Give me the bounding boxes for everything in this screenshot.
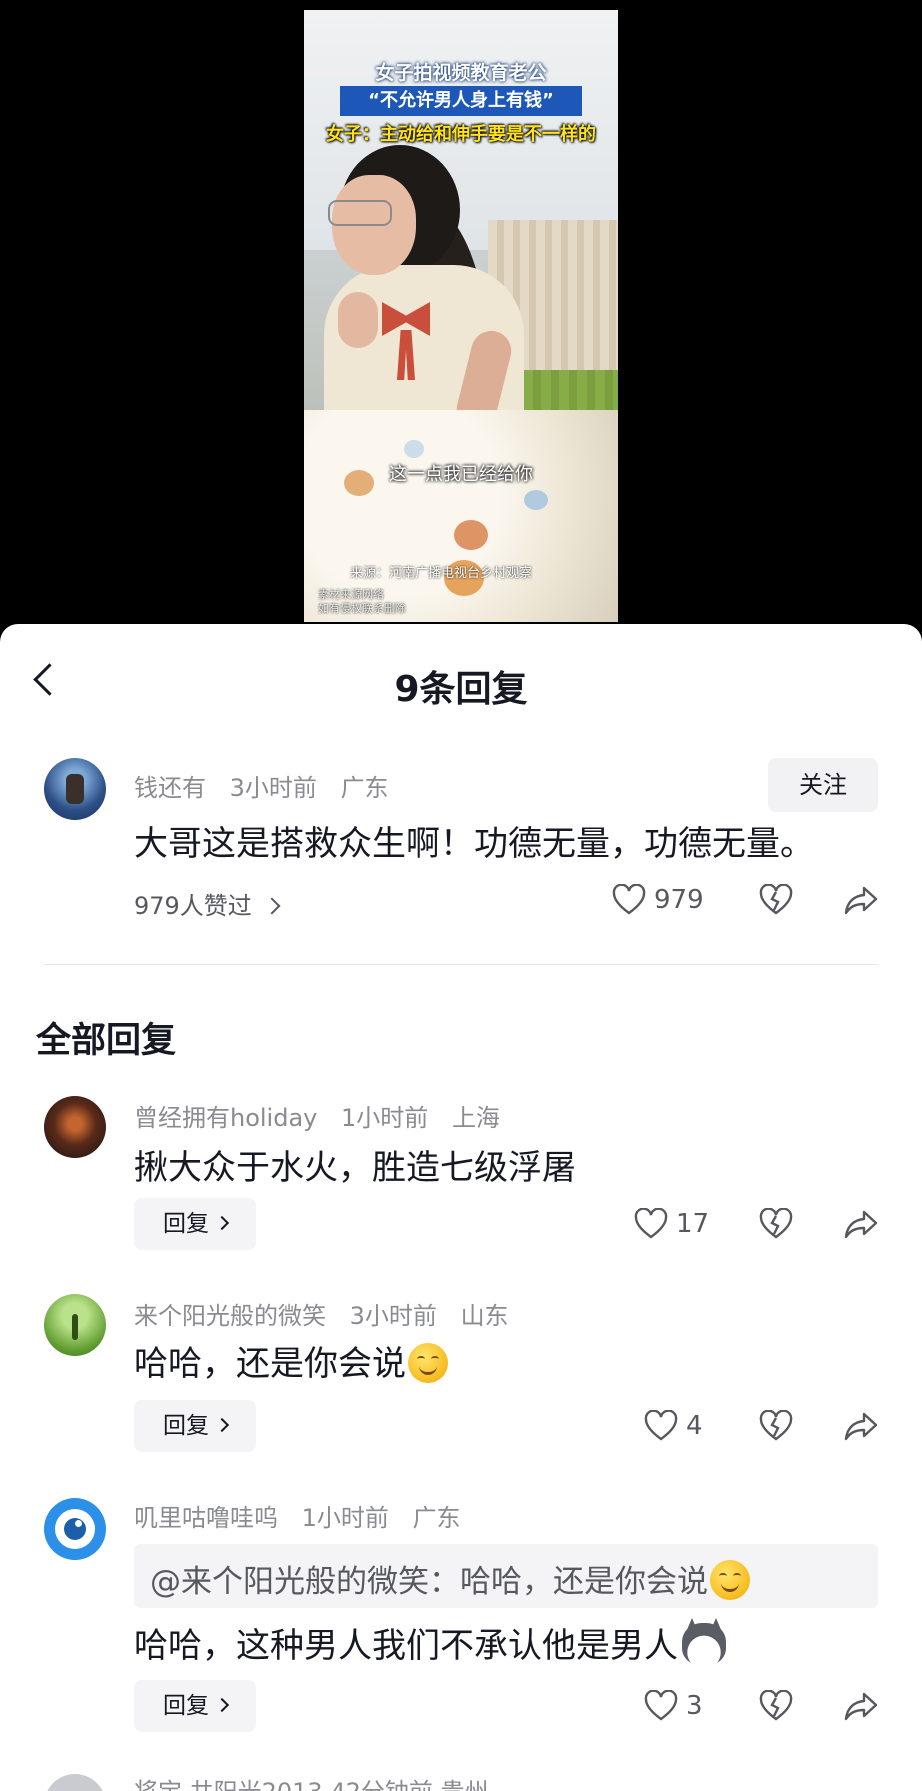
dislike-button[interactable] [759, 880, 793, 920]
share-arrow-icon [844, 1692, 878, 1721]
avatar[interactable] [44, 1294, 106, 1356]
avatar[interactable] [44, 1774, 106, 1791]
quoted-reply-text: @来个阳光般的微笑：哈哈，还是你会说 [150, 1556, 750, 1601]
share-button[interactable] [844, 1406, 878, 1446]
reply-text-content: 哈哈，这种男人我们不承认他是男人 [134, 1626, 678, 1666]
video-person-hand [338, 292, 378, 348]
reply-location: 上海 [451, 1104, 500, 1132]
watermark-line2: 如有侵权联系删除 [318, 602, 406, 615]
likers-link[interactable]: 979人赞过 [134, 886, 281, 921]
video-watermark: 素材来源网络 如有侵权联系删除 [318, 588, 406, 616]
like-button[interactable]: 17 [634, 1204, 709, 1244]
broken-heart-icon [759, 1208, 793, 1239]
like-count: 17 [676, 1209, 710, 1239]
follow-button[interactable]: 关注 [768, 758, 878, 812]
reply-location: 山东 [460, 1302, 509, 1330]
video-frame[interactable]: 女子拍视频教育老公 “不允许男人身上有钱” 女子：主动给和伸手要是不一样的 这一… [304, 10, 618, 622]
likers-text: 979人赞过 [134, 892, 252, 920]
share-arrow-icon [844, 886, 878, 915]
broken-heart-icon [759, 1690, 793, 1721]
heart-outline-icon [644, 1690, 678, 1721]
avatar[interactable] [44, 1498, 106, 1560]
reply-button[interactable]: 回复 [134, 1680, 256, 1732]
share-arrow-icon [844, 1412, 878, 1441]
video-caption-sub: 女子：主动给和伸手要是不一样的 [326, 124, 596, 145]
smile-emoji-icon [408, 1343, 448, 1383]
comment-location: 广东 [340, 774, 389, 802]
avatar[interactable] [44, 758, 106, 820]
chevron-right-icon [214, 1215, 230, 1231]
reply-text: 揪大众于水火，胜造七级浮屠 [134, 1148, 576, 1188]
reply-time: 1小时前 [341, 1104, 429, 1132]
dislike-button[interactable] [759, 1204, 793, 1244]
section-title: 全部回复 [36, 1021, 177, 1061]
reply-button[interactable]: 回复 [134, 1198, 256, 1250]
broken-heart-icon [759, 1410, 793, 1441]
video-person-glasses [328, 200, 392, 226]
reply-meta-partial: 将宝 共阳光2013 42分钟前 贵州 [134, 1772, 489, 1791]
reply-button-label: 回复 [163, 1693, 209, 1719]
share-button[interactable] [844, 1204, 878, 1244]
share-button[interactable] [844, 880, 878, 920]
quoted-reply-content: @来个阳光般的微笑：哈哈，还是你会说 [150, 1564, 708, 1600]
reply-meta: 叽里咕噜哇呜 1小时前 广东 [134, 1498, 477, 1533]
heart-outline-icon [644, 1410, 678, 1441]
divider [44, 964, 878, 965]
quoted-reply[interactable]: @来个阳光般的微笑：哈哈，还是你会说 [134, 1544, 878, 1608]
reply-button-label: 回复 [163, 1211, 209, 1237]
comment-text: 大哥这是搭救众生啊！功德无量，功德无量。 [134, 824, 814, 864]
reply-button[interactable]: 回复 [134, 1400, 256, 1452]
video-caption-quote: “不允许男人身上有钱” [340, 86, 582, 116]
reply-text-content: 哈哈，还是你会说 [134, 1344, 406, 1384]
reply-author[interactable]: 叽里咕噜哇呜 [134, 1504, 278, 1532]
share-button[interactable] [844, 1686, 878, 1726]
reply-author[interactable]: 曾经拥有holiday [134, 1104, 317, 1132]
reply-button-label: 回复 [163, 1413, 209, 1439]
smile-emoji-icon [710, 1560, 750, 1600]
reply-time: 3小时前 [349, 1302, 437, 1330]
video-caption-title: 女子拍视频教育老公 [375, 62, 547, 84]
reply-meta: 曾经拥有holiday 1小时前 上海 [134, 1098, 516, 1133]
reply-text: 哈哈，这种男人我们不承认他是男人 [134, 1618, 726, 1667]
video-source: 来源：河南广播电视台乡村观察 [350, 566, 533, 581]
like-count: 3 [686, 1691, 703, 1721]
heart-outline-icon [612, 884, 646, 915]
sheet-title: 9条回复 [394, 669, 528, 710]
comment-author[interactable]: 钱还有 [134, 774, 206, 802]
broken-heart-icon [759, 884, 793, 915]
sheet-header: 9条回复 [0, 624, 922, 740]
comment-meta: 钱还有 3小时前 广东 [134, 768, 405, 803]
like-button[interactable]: 3 [644, 1686, 703, 1726]
heart-outline-icon [634, 1208, 668, 1239]
reply-sheet: 9条回复 钱还有 3小时前 广东 关注 大哥这是搭救众生啊！功德无量，功德无量。… [0, 624, 922, 1791]
share-arrow-icon [844, 1210, 878, 1239]
chevron-right-icon [214, 1697, 230, 1713]
avatar[interactable] [44, 1096, 106, 1158]
reply-time: 1小时前 [301, 1504, 389, 1532]
reply-meta: 来个阳光般的微笑 3小时前 山东 [134, 1296, 525, 1331]
dislike-button[interactable] [759, 1406, 793, 1446]
dislike-button[interactable] [759, 1686, 793, 1726]
video-player[interactable]: 女子拍视频教育老公 “不允许男人身上有钱” 女子：主动给和伸手要是不一样的 这一… [0, 0, 922, 630]
like-count: 4 [686, 1411, 703, 1441]
reply-location: 广东 [412, 1504, 461, 1532]
video-subtitle: 这一点我已经给你 [389, 464, 533, 485]
dog-emoji-icon [682, 1623, 726, 1665]
reply-author[interactable]: 来个阳光般的微笑 [134, 1302, 326, 1330]
reply-text: 哈哈，还是你会说 [134, 1336, 448, 1385]
watermark-line1: 素材来源网络 [318, 588, 384, 601]
like-button[interactable]: 979 [612, 880, 704, 920]
chevron-right-icon [214, 1417, 230, 1433]
comment-time: 3小时前 [229, 774, 317, 802]
like-button[interactable]: 4 [644, 1406, 703, 1446]
chevron-right-icon [263, 897, 281, 915]
like-count: 979 [654, 885, 704, 915]
